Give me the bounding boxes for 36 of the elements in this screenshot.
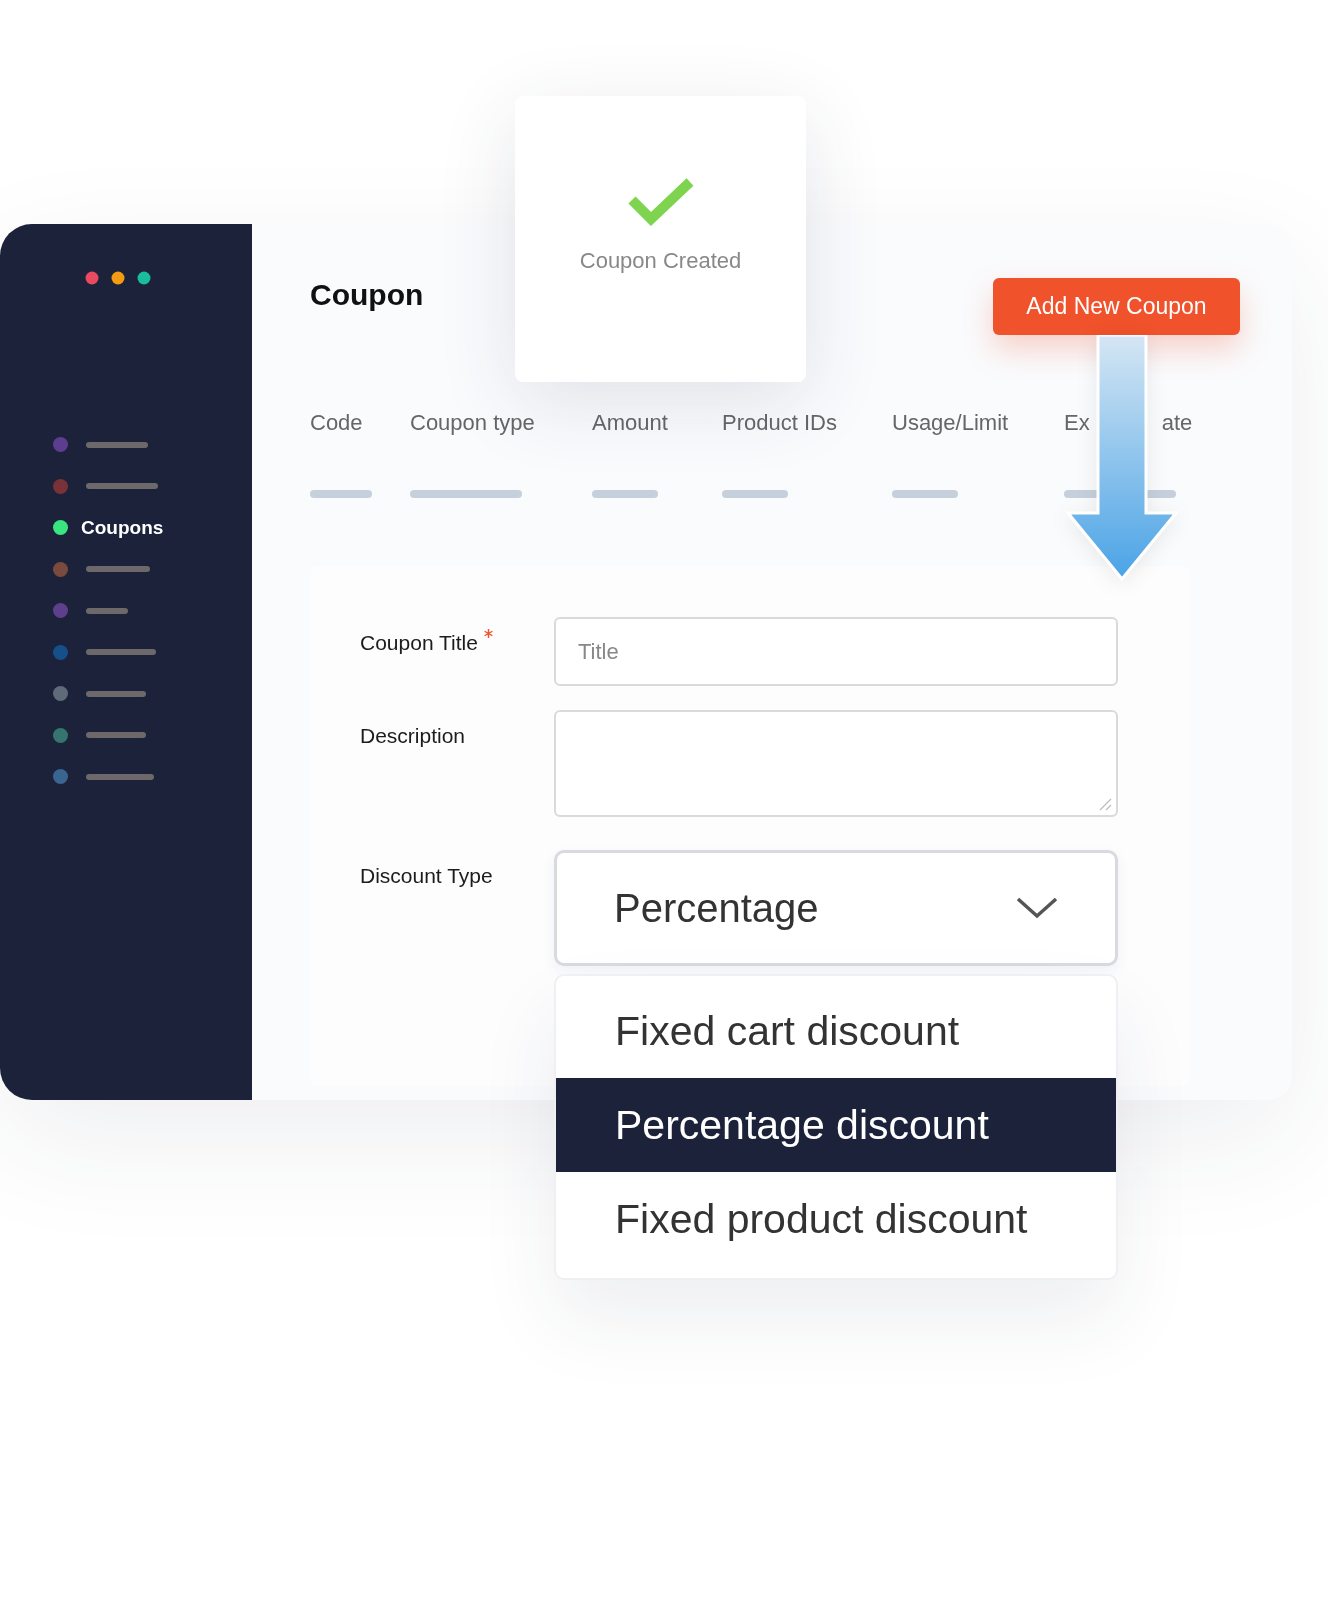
column-header: Coupon type <box>410 410 535 436</box>
placeholder-line[interactable] <box>86 483 158 490</box>
placeholder-bar <box>892 490 958 498</box>
column-header: ate <box>1161 410 1193 436</box>
add-coupon-button[interactable]: Add New Coupon <box>993 278 1240 335</box>
dropdown-option[interactable]: Percentage discount <box>556 1078 1116 1172</box>
column-header: Amount <box>592 410 668 436</box>
placeholder-line[interactable] <box>86 649 156 656</box>
dropdown-option[interactable]: Fixed product discount <box>556 1172 1116 1266</box>
field-label: Coupon Title <box>360 631 478 655</box>
description-field[interactable] <box>554 710 1118 817</box>
sidebar-item[interactable]: Coupons <box>81 516 164 539</box>
toast-message: Coupon Created <box>579 248 742 274</box>
placeholder-line[interactable] <box>86 690 146 697</box>
placeholder-bar <box>722 490 788 498</box>
column-header: Usage/Limit <box>892 410 1009 436</box>
required-icon <box>483 629 493 638</box>
placeholder-line[interactable] <box>86 566 150 573</box>
placeholder-line[interactable] <box>86 441 148 448</box>
checkmark-icon <box>627 178 694 226</box>
placeholder-line[interactable] <box>86 773 154 780</box>
column-header: Ex <box>1064 410 1090 436</box>
field-label: Discount Type <box>360 864 493 888</box>
page-title: Coupon <box>310 278 424 312</box>
column-header: Code <box>310 410 363 436</box>
discount-type-select[interactable]: Percentage <box>554 850 1118 966</box>
column-header: Product IDs <box>722 410 837 436</box>
window-controls-icon <box>85 271 151 285</box>
chevron-down-icon <box>1015 896 1059 920</box>
field-label: Description <box>360 724 466 748</box>
placeholder-line[interactable] <box>86 732 146 739</box>
placeholder-bar <box>592 490 658 498</box>
placeholder-bar <box>310 490 372 498</box>
title-input[interactable]: Title <box>554 617 1118 686</box>
placeholder-line[interactable] <box>86 607 128 614</box>
dropdown-option[interactable]: Fixed cart discount <box>556 984 1116 1078</box>
